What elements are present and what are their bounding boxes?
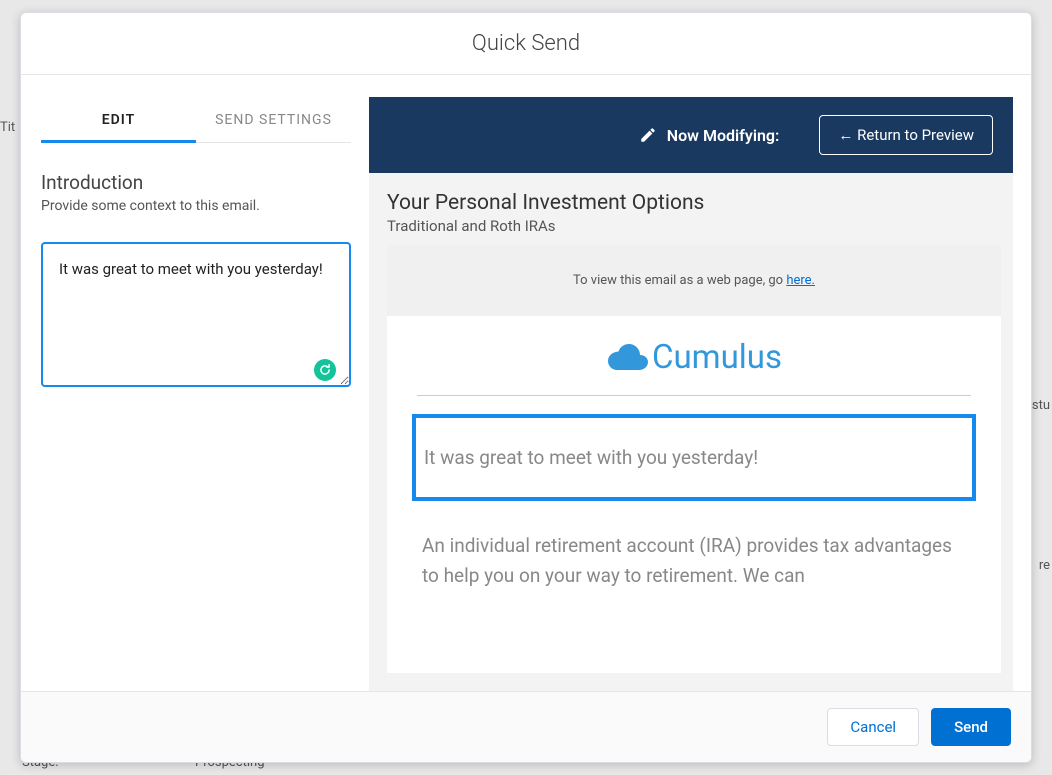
modal-header: Quick Send: [21, 13, 1031, 75]
introduction-textarea[interactable]: [41, 242, 351, 387]
email-body-text: An individual retirement account (IRA) p…: [387, 531, 1001, 622]
preview-toolbar: Now Modifying: ← Return to Preview: [369, 97, 1013, 173]
tab-edit[interactable]: EDIT: [41, 100, 196, 143]
return-to-preview-button[interactable]: ← Return to Preview: [819, 115, 993, 155]
backdrop-title-fragment: Tit: [0, 120, 15, 135]
modal-footer: Cancel Send: [21, 691, 1031, 762]
email-logo-section: Cumulus: [387, 316, 1001, 395]
email-divider: [417, 395, 971, 396]
cumulus-logo: Cumulus: [606, 338, 782, 377]
view-as-webpage-bar: To view this email as a web page, go her…: [387, 245, 1001, 316]
cloud-icon: [606, 343, 650, 373]
email-highlight-box: It was great to meet with you yesterday!: [412, 414, 976, 501]
preview-title: Your Personal Investment Options: [387, 191, 995, 215]
quick-send-modal: Quick Send EDIT SEND SETTINGS Introducti…: [20, 12, 1032, 763]
preview-scroll[interactable]: To view this email as a web page, go her…: [387, 245, 1001, 673]
introduction-description: Provide some context to this email.: [41, 198, 351, 214]
send-button[interactable]: Send: [931, 708, 1011, 746]
now-modifying-text: Now Modifying:: [667, 126, 780, 145]
introduction-input-wrapper: [41, 242, 351, 391]
preview-subtitle: Traditional and Roth IRAs: [387, 217, 995, 235]
left-panel: EDIT SEND SETTINGS Introduction Provide …: [21, 75, 351, 691]
backdrop-fragment-2: re: [1039, 558, 1050, 573]
right-panel: Now Modifying: ← Return to Preview Your …: [351, 75, 1031, 691]
tabs: EDIT SEND SETTINGS: [41, 100, 351, 143]
preview-content-wrapper: To view this email as a web page, go her…: [369, 245, 1013, 691]
view-as-webpage-text: To view this email as a web page, go: [573, 273, 786, 288]
modal-body: EDIT SEND SETTINGS Introduction Provide …: [21, 75, 1031, 691]
cancel-button[interactable]: Cancel: [827, 708, 919, 746]
now-modifying-label: Now Modifying:: [639, 126, 780, 145]
modal-title: Quick Send: [21, 31, 1031, 56]
view-as-webpage-link[interactable]: here.: [786, 273, 815, 288]
introduction-title: Introduction: [41, 171, 351, 194]
preview-info: Your Personal Investment Options Traditi…: [369, 173, 1013, 245]
cumulus-logo-text: Cumulus: [652, 338, 782, 377]
backdrop-fragment-1: stu: [1032, 398, 1050, 413]
pencil-icon: [639, 126, 657, 144]
grammarly-icon[interactable]: [314, 359, 336, 381]
email-highlight-text: It was great to meet with you yesterday!: [424, 446, 964, 469]
tab-send-settings[interactable]: SEND SETTINGS: [196, 100, 351, 142]
email-preview: To view this email as a web page, go her…: [387, 245, 1001, 622]
